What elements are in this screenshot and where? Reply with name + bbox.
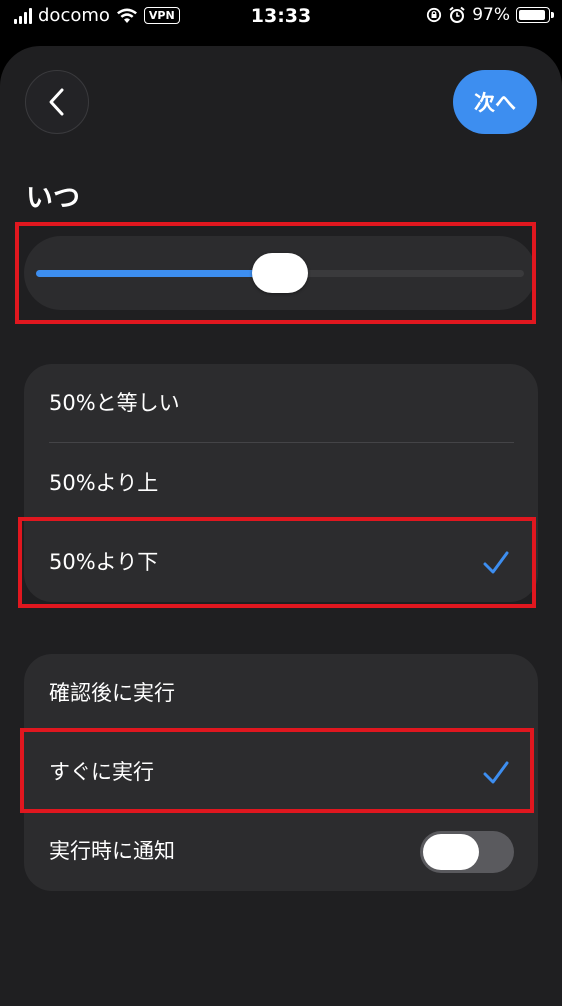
notify-label: 実行時に通知 xyxy=(49,839,175,863)
option-label: 50%より上 xyxy=(49,471,159,495)
back-button[interactable] xyxy=(25,70,89,134)
status-bar: docomo VPN 13:33 97% xyxy=(0,0,562,34)
option-label: 確認後に実行 xyxy=(49,681,175,705)
battery-percent: 97% xyxy=(472,5,510,25)
option-run-immediately[interactable]: すぐに実行 xyxy=(24,733,538,812)
option-label: すぐに実行 xyxy=(49,760,154,784)
orientation-lock-icon xyxy=(427,7,442,23)
status-right: 97% xyxy=(426,5,554,25)
next-button[interactable]: 次へ xyxy=(453,70,537,134)
slider-track[interactable] xyxy=(36,253,524,293)
notify-row: 実行時に通知 xyxy=(24,812,538,891)
slider-fill xyxy=(36,270,280,277)
slider-thumb[interactable] xyxy=(252,253,308,293)
option-label: 50%と等しい xyxy=(49,391,180,415)
condition-options: 50%と等しい 50%より上 50%より下 xyxy=(24,364,538,602)
option-below[interactable]: 50%より下 xyxy=(24,523,538,602)
checkmark-icon xyxy=(483,551,509,574)
alarm-icon xyxy=(449,6,465,23)
percent-slider[interactable] xyxy=(24,236,536,310)
option-label: 50%より下 xyxy=(49,550,159,574)
checkmark-icon xyxy=(483,761,509,784)
automation-sheet: 次へ いつ 50%と等しい 50%より上 50%より下 確認後に実行 すぐに実行 xyxy=(0,46,562,1006)
run-options: 確認後に実行 すぐに実行 実行時に通知 xyxy=(24,654,538,891)
option-equal[interactable]: 50%と等しい xyxy=(24,364,538,443)
chevron-left-icon xyxy=(49,88,64,116)
section-title: いつ xyxy=(26,183,80,214)
divider xyxy=(49,442,514,443)
battery-icon xyxy=(516,7,554,23)
notify-toggle[interactable] xyxy=(420,831,514,873)
toggle-knob xyxy=(423,834,479,870)
option-above[interactable]: 50%より上 xyxy=(24,444,538,523)
option-confirm-first[interactable]: 確認後に実行 xyxy=(24,654,538,733)
